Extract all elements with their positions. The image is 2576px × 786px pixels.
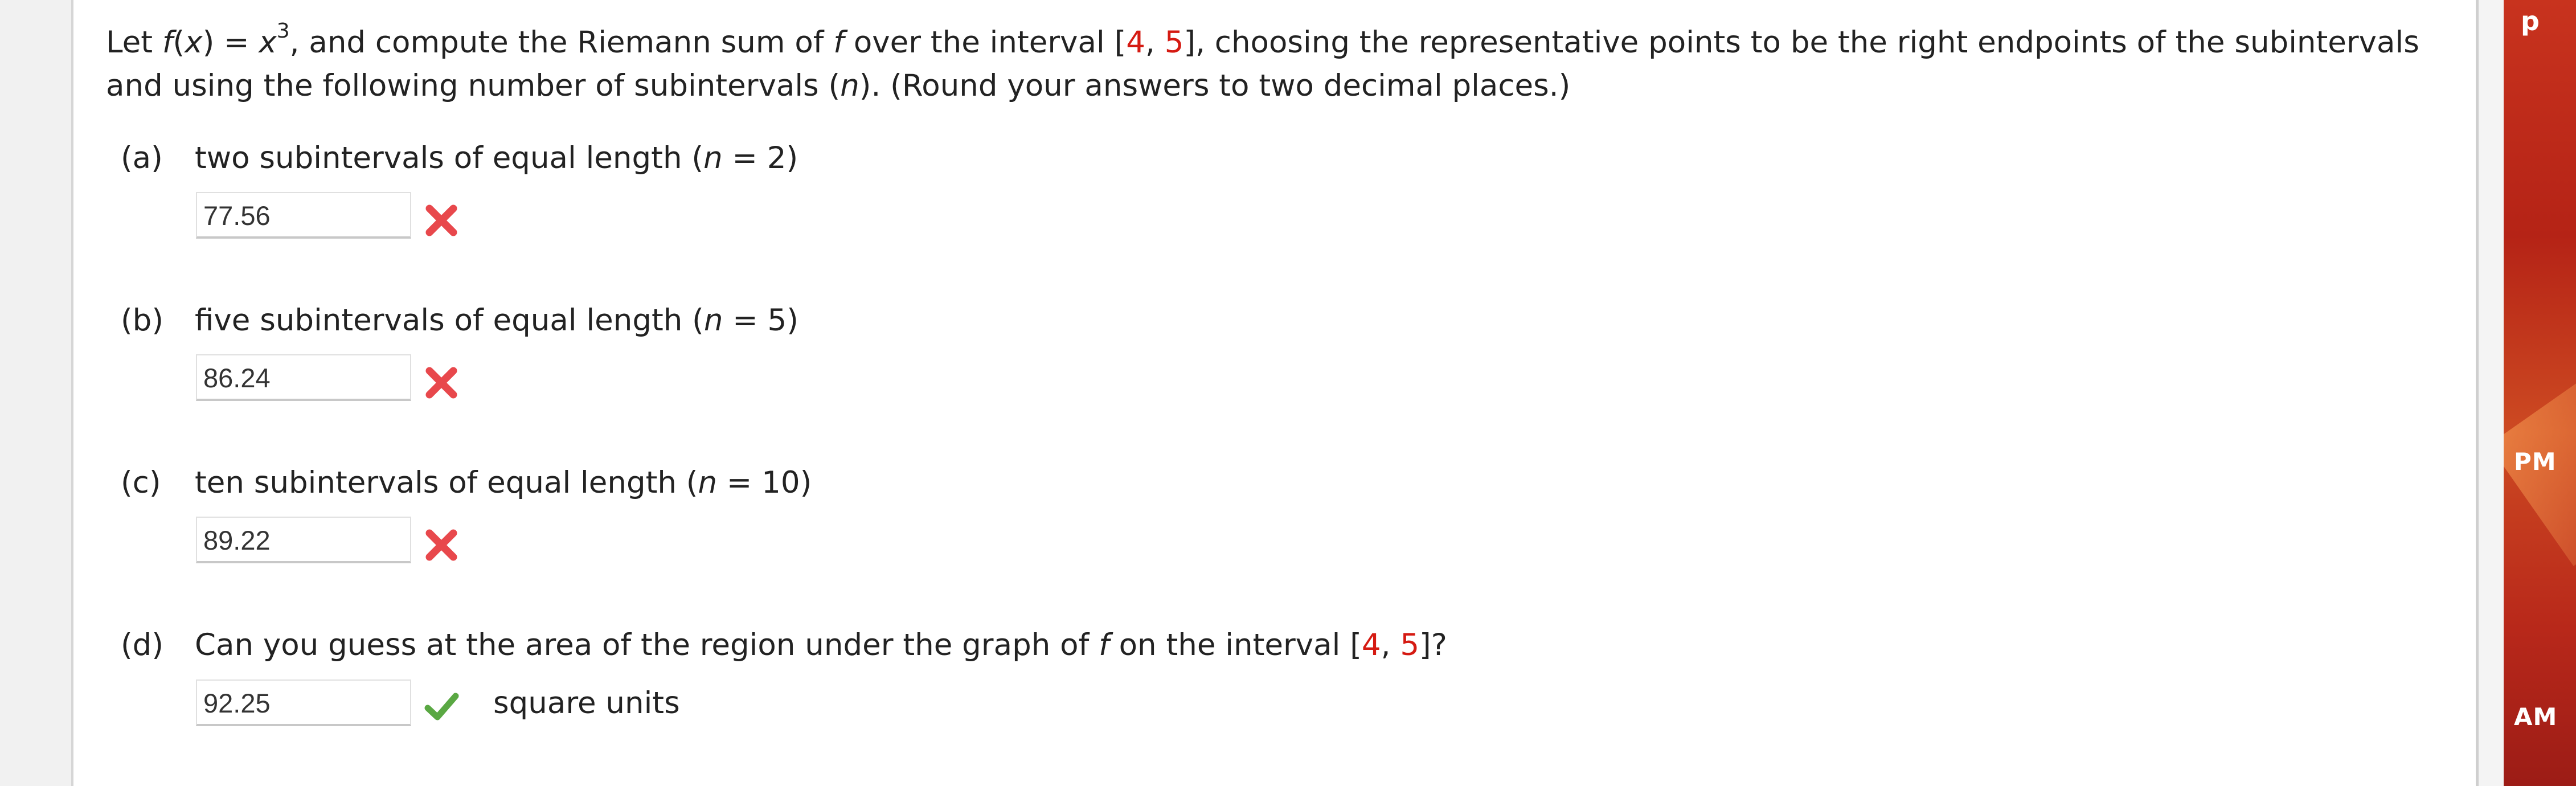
part-b-answer-input[interactable]: 86.24 bbox=[196, 354, 411, 401]
desktop-label-pm: PM bbox=[2514, 448, 2557, 476]
part-d-prompt: (d) Can you guess at the area of the regi… bbox=[121, 625, 1447, 665]
part-d-label: (d) bbox=[121, 628, 163, 662]
incorrect-x-icon bbox=[425, 529, 457, 561]
part-c-label: (c) bbox=[121, 465, 161, 500]
part-d-answer-input[interactable]: 92.25 bbox=[196, 679, 411, 726]
desktop-background: p PM AM bbox=[2504, 0, 2576, 786]
left-gutter bbox=[0, 0, 73, 786]
part-a-prompt: (a) two subintervals of equal length (n =… bbox=[121, 138, 798, 178]
interval-start: 4 bbox=[1361, 628, 1381, 662]
interval-end: 5 bbox=[1164, 25, 1184, 60]
correct-check-icon bbox=[424, 693, 459, 720]
incorrect-x-icon bbox=[425, 204, 457, 236]
interval-start: 4 bbox=[1126, 25, 1145, 60]
part-a-label: (a) bbox=[121, 141, 163, 175]
part-a-answer-input[interactable]: 77.56 bbox=[196, 192, 411, 239]
part-c-prompt: (c) ten subintervals of equal length (n =… bbox=[121, 463, 812, 503]
desktop-label-top: p bbox=[2521, 6, 2540, 36]
problem-statement: Let f(x) = x3, and compute the Riemann s… bbox=[106, 19, 2419, 104]
part-c-answer-input[interactable]: 89.22 bbox=[196, 517, 411, 563]
interval-end: 5 bbox=[1400, 628, 1420, 662]
units-label: square units bbox=[493, 686, 680, 720]
desktop-label-am: AM bbox=[2514, 703, 2558, 731]
part-b-prompt: (b) five subintervals of equal length (n … bbox=[121, 301, 798, 341]
part-b-label: (b) bbox=[121, 303, 163, 338]
window-edge bbox=[2479, 0, 2504, 786]
incorrect-x-icon bbox=[425, 367, 457, 399]
